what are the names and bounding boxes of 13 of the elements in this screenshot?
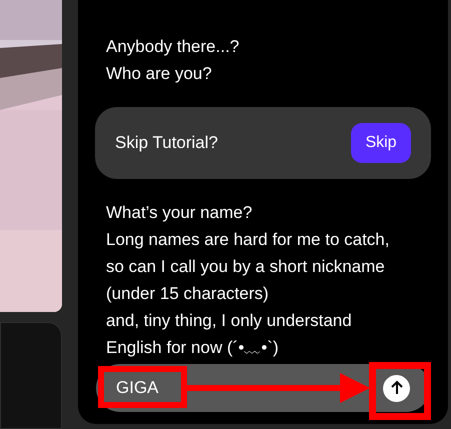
message-line: What’s your name?: [106, 202, 254, 224]
message-line: Anybody there...?: [106, 36, 240, 58]
message-line: and, tiny thing, I only understand: [106, 310, 353, 332]
skip-button[interactable]: Skip: [351, 123, 411, 163]
prompt-text: Skip Tutorial?: [115, 132, 218, 154]
message-line: Long names are hard for me to catch,: [106, 229, 390, 251]
message-line: Who are you?: [106, 63, 213, 85]
message-line: (under 15 characters): [106, 283, 270, 305]
arrow-up-icon: [388, 380, 404, 396]
message-line: so can I call you by a short nickname: [106, 256, 386, 278]
highlight-frame: [369, 362, 431, 420]
send-button[interactable]: [383, 374, 410, 402]
message-line: English for now (´•﹏•`): [106, 337, 280, 359]
